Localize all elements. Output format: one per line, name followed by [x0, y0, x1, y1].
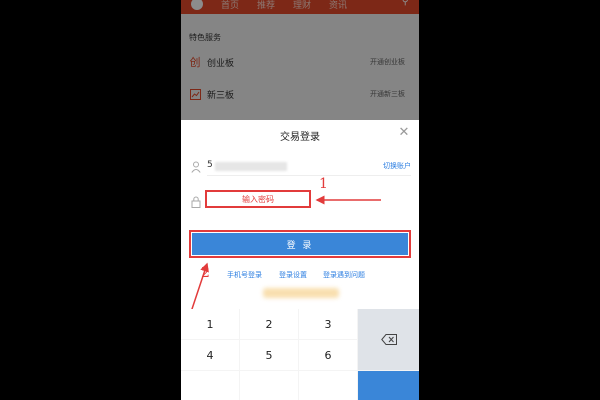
promo-banner[interactable] [263, 288, 339, 298]
lock-icon [191, 196, 201, 208]
account-redacted [215, 162, 287, 171]
annotation-number-1: 1 [319, 176, 328, 192]
login-button-highlight: 登 录 [189, 230, 411, 258]
key-row-3-right[interactable] [299, 371, 357, 400]
key-2[interactable]: 2 [240, 309, 298, 339]
key-row-3-left[interactable] [181, 371, 239, 400]
phone-screen: 首页 推荐 理财 资讯 ⚲ 特色服务 创 创业板 开通创业板 新三板 开通新三板… [181, 0, 419, 400]
field-divider [207, 175, 411, 176]
numeric-keypad: 1 2 3 4 5 6 [181, 309, 419, 400]
login-help-link[interactable]: 登录遇到问题 [323, 270, 365, 280]
background-app: 首页 推荐 理财 资讯 ⚲ 特色服务 创 创业板 开通创业板 新三板 开通新三板 [181, 0, 419, 120]
login-sheet: 交易登录 ✕ 5 切换账户 输入密码 登 录 手机号登录 登录设置 登录遇到问题… [181, 120, 419, 400]
confirm-key[interactable] [358, 371, 419, 400]
backspace-icon [380, 334, 397, 345]
account-field[interactable]: 5 切换账户 [191, 158, 411, 176]
switch-account-link[interactable]: 切换账户 [383, 161, 411, 171]
login-settings-link[interactable]: 登录设置 [279, 270, 307, 280]
dim-overlay[interactable] [181, 0, 419, 120]
login-button[interactable]: 登 录 [192, 233, 408, 255]
account-value: 5 [207, 160, 213, 170]
key-5[interactable]: 5 [240, 340, 298, 370]
close-icon[interactable]: ✕ [397, 126, 411, 140]
key-4[interactable]: 4 [181, 340, 239, 370]
key-6[interactable]: 6 [299, 340, 357, 370]
phone-login-link[interactable]: 手机号登录 [227, 270, 262, 280]
letterbox-right [419, 0, 600, 400]
backspace-key[interactable] [358, 309, 419, 370]
key-1[interactable]: 1 [181, 309, 239, 339]
user-icon [191, 161, 201, 173]
annotation-number-2: 2 [201, 265, 210, 281]
letterbox-left [0, 0, 181, 400]
password-input[interactable]: 输入密码 [205, 190, 311, 208]
key-3[interactable]: 3 [299, 309, 357, 339]
key-row-3-middle[interactable] [240, 371, 298, 400]
sheet-title: 交易登录 [280, 132, 320, 143]
